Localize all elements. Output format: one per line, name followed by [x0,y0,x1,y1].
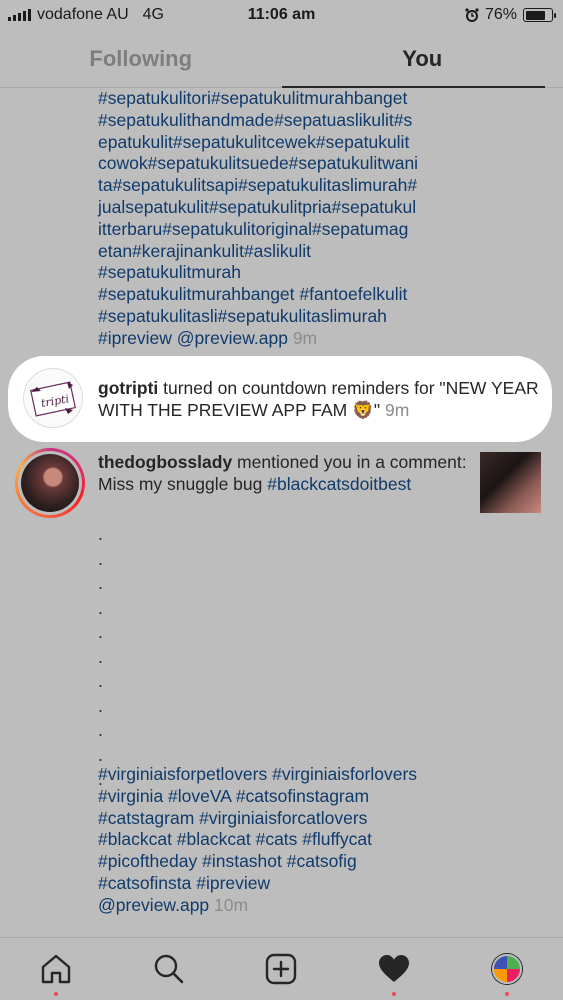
notification-dot [392,992,397,996]
notification-dot [54,992,59,996]
activity-tabs: Following You [0,30,563,88]
post-thumbnail[interactable] [480,452,541,513]
caption-line[interactable]: #blackcat #blackcat #cats #fluffycat [98,829,468,851]
dot: . [98,622,104,642]
tab-you[interactable]: You [281,30,563,88]
comment-dots: . . . . . . . . . . . [98,522,118,792]
caption-line[interactable]: ta#sepatukulitsapi#sepatukulitaslimurah# [98,175,468,197]
nav-profile[interactable] [477,939,537,999]
profile-icon [491,954,522,984]
caption-timestamp: 9m [292,327,318,348]
dot: . [98,548,104,569]
mention-text: thedogbosslady mentioned you in a commen… [98,452,468,496]
caption-line[interactable]: #sepatukulitasli#sepatukulitaslimurah [98,306,468,328]
activity-heart-icon [379,955,410,982]
alarm-icon [465,8,479,22]
caption-block: #sepatukulitori#sepatukulitmurahbanget #… [98,88,468,350]
dot: . [98,524,104,544]
nav-home[interactable] [26,939,86,999]
notification-dot [504,992,509,996]
avatar-ring-inner [18,451,82,515]
caption-line[interactable]: #sepatukulitori#sepatukulitmurahbanget [98,88,468,110]
tab-following[interactable]: Following [0,30,282,87]
caption-line[interactable]: #picoftheday #instashot #catsofig [98,851,468,873]
search-icon [154,954,184,984]
signal-icon [8,9,31,21]
username-link[interactable]: gotripti [98,378,158,398]
caption-line-last: @preview.app 10m [98,895,468,917]
caption-line-last: #ipreview @preview.app 9m [98,328,468,350]
home-icon [42,954,71,984]
carrier-label: vodafone AU [37,6,129,23]
nav-search[interactable] [139,939,199,999]
gotripti-avatar[interactable]: tripti [23,368,83,428]
bottom-nav [0,937,563,1000]
caption-line[interactable]: #catstagram #virginiaisforcatlovers [98,808,468,830]
mention-caption-block: #virginiaisforpetlovers #virginiaisforlo… [98,764,468,917]
mention-notification[interactable]: thedogbosslady mentioned you in a commen… [0,448,563,518]
countdown-notification[interactable]: tripti gotripti turned on countdown remi… [8,356,552,442]
caption-line[interactable]: #sepatukulithandmade#sepatuaslikulit#s [98,110,468,132]
caption-line[interactable]: jualsepatukulit#sepatukulitpria#sepatuku… [98,197,468,219]
dot: . [98,646,104,667]
notification-text: gotripti turned on countdown reminders f… [98,378,543,422]
avatar-photo [21,454,79,512]
status-left: vodafone AU 4G [8,6,164,24]
caption-line[interactable]: #catsofinsta #ipreview [98,873,468,895]
status-bar: vodafone AU 4G 11:06 am 76% [0,0,563,30]
caption-line[interactable]: #sepatukulitmurahbanget #fantoefelkulit [98,284,468,306]
caption-line[interactable]: #ipreview @preview.app [98,328,288,348]
username-link[interactable]: thedogbosslady [98,452,232,472]
caption-line[interactable]: epatukulit#sepatukulitcewek#sepatukulit [98,132,468,154]
tripti-logo: tripti [30,381,76,417]
notification-message: turned on countdown reminders for "NEW Y… [98,378,539,420]
battery-icon [523,8,556,22]
caption-line[interactable]: etan#kerajinankulit#aslikulit [98,241,468,263]
nav-activity[interactable] [364,939,424,999]
status-right: 76% [465,6,556,24]
mention-timestamp: 10m [214,894,249,915]
add-post-icon [266,953,297,985]
caption-line[interactable]: #sepatukulitmurah [98,262,468,284]
caption-line[interactable]: @preview.app [98,895,209,915]
thedogbosslady-avatar[interactable] [15,448,85,518]
nav-add-post[interactable] [251,939,311,999]
battery-fill [525,10,545,20]
dot: . [98,573,104,593]
battery-percent: 76% [484,6,517,23]
hashtag-link[interactable]: #blackcatsdoitbest [267,474,411,494]
dot: . [98,597,104,618]
activity-feed[interactable]: #sepatukulitori#sepatukulitmurahbanget #… [0,88,563,936]
caption-line[interactable]: #virginia #loveVA #catsofinstagram [98,786,468,808]
caption-line[interactable]: cowok#sepatukulitsuede#sepatukulitwani [98,153,468,175]
dot: . [98,720,104,740]
caption-line[interactable]: #virginiaisforpetlovers #virginiaisforlo… [98,764,468,786]
notification-timestamp: 9m [385,399,410,420]
dot: . [98,671,104,691]
dot: . [98,695,104,716]
network-label: 4G [142,6,164,23]
caption-line[interactable]: itterbaru#sepatukulitoriginal#sepatumag [98,219,468,241]
